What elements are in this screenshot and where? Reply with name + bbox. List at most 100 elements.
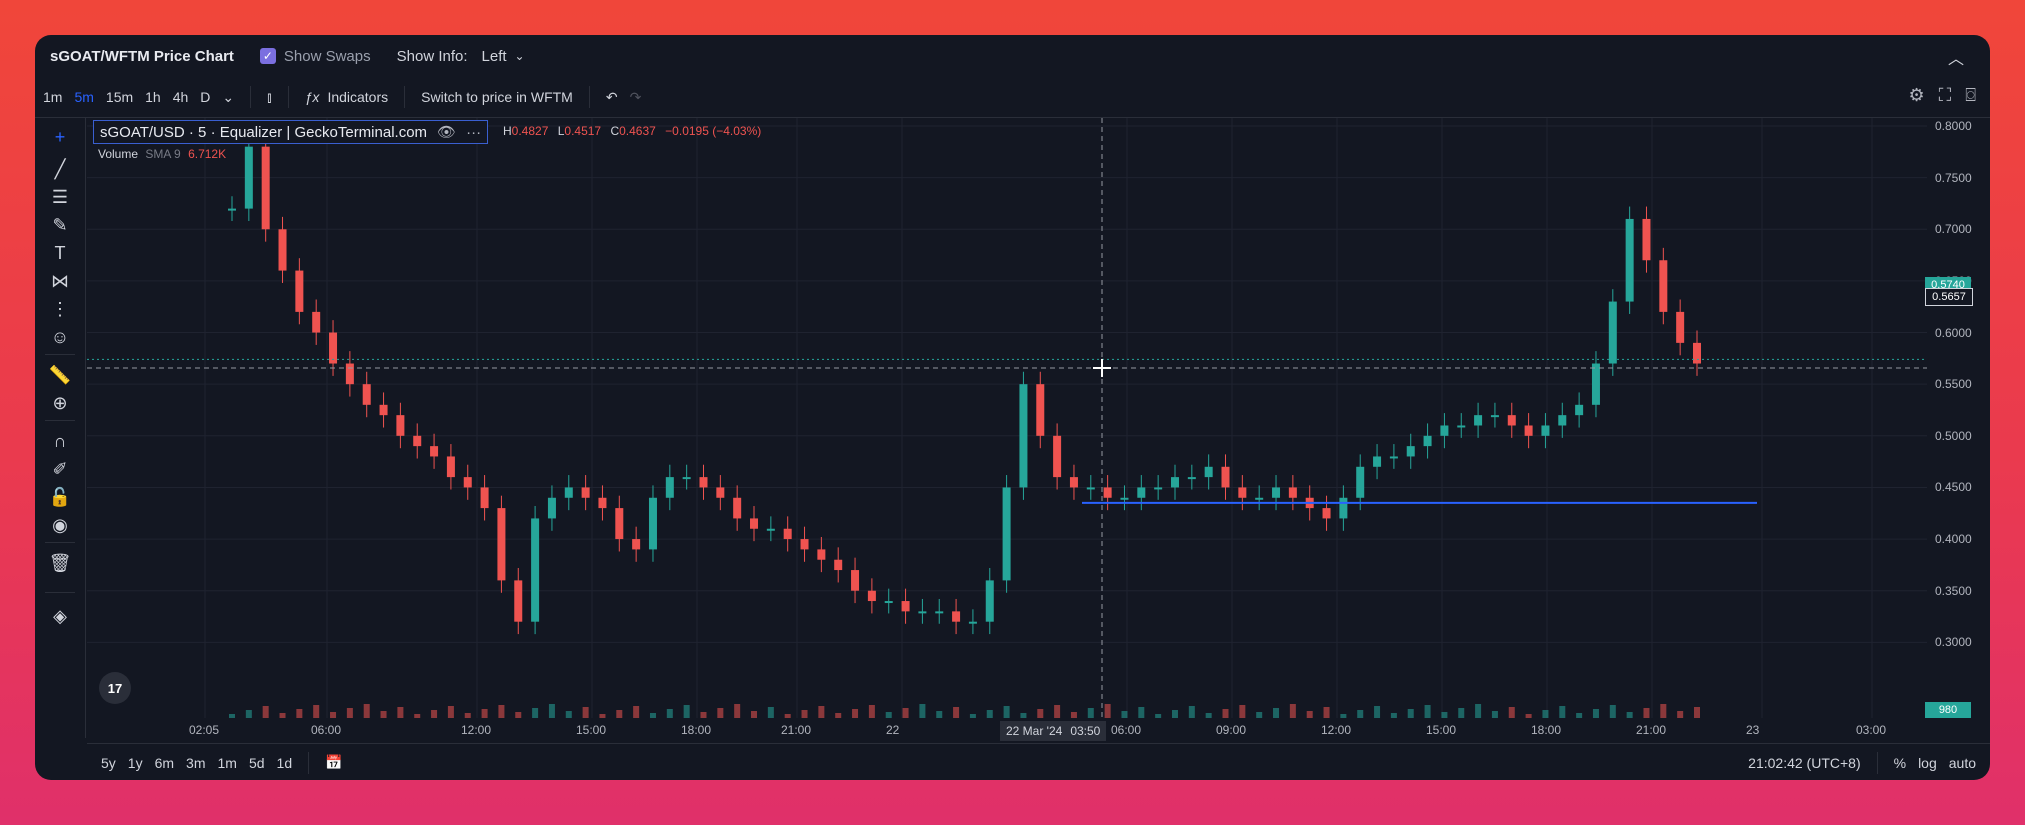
log-toggle[interactable]: log xyxy=(1918,755,1937,771)
candle-body xyxy=(1019,384,1028,488)
candle-body xyxy=(396,415,405,436)
candle-body xyxy=(1036,384,1045,436)
low-value: 0.4517 xyxy=(564,124,602,138)
volume-bar xyxy=(296,709,303,718)
timeframe-4h[interactable]: 4h xyxy=(173,89,189,105)
toolbar-right-group: ⚙ ⛶ ⌼ xyxy=(1908,85,1976,106)
price-tick: 0.6000 xyxy=(1935,325,1972,340)
range-3m[interactable]: 3m xyxy=(186,755,205,771)
forecast-icon[interactable]: ⋮ xyxy=(47,296,73,322)
candle-body xyxy=(1339,497,1348,519)
time-tick: 22 xyxy=(886,723,900,737)
candle-body xyxy=(1002,487,1011,581)
volume-bar xyxy=(1323,707,1330,718)
candle-body xyxy=(800,539,809,550)
time-tick: 18:00 xyxy=(681,723,712,737)
tradingview-logo[interactable]: 17 xyxy=(99,672,131,704)
range-1y[interactable]: 1y xyxy=(128,755,143,771)
volume-bar xyxy=(1273,708,1280,718)
divider xyxy=(404,86,406,108)
timeframe-15m[interactable]: 15m xyxy=(106,89,133,105)
range-5y[interactable]: 5y xyxy=(101,755,116,771)
volume-bar xyxy=(1037,709,1044,718)
volume-bar xyxy=(1171,710,1178,718)
range-1d[interactable]: 1d xyxy=(277,755,293,771)
fullscreen-icon[interactable]: ⛶ xyxy=(1939,85,1952,106)
lock-icon[interactable]: 🔓 xyxy=(47,484,73,510)
hide-drawings-icon[interactable]: ◉ xyxy=(47,512,73,538)
more-icon[interactable]: ··· xyxy=(466,124,481,141)
candle-body xyxy=(379,404,388,416)
volume-bar xyxy=(481,709,488,718)
volume-bar xyxy=(1508,707,1515,718)
volume-bar xyxy=(245,710,252,718)
brush-icon[interactable]: ✎ xyxy=(47,212,73,238)
sma-label: SMA 9 xyxy=(145,147,181,161)
undo-icon[interactable]: ↶ xyxy=(606,89,618,106)
redo-icon[interactable]: ↷ xyxy=(630,89,642,106)
volume-tag: 980 xyxy=(1925,702,1971,718)
show-info-select[interactable]: Show Info: Left ⌄ xyxy=(397,48,525,65)
volume-bar xyxy=(1357,710,1364,718)
time-tick: 06:00 xyxy=(1111,723,1142,737)
fib-retracement-icon[interactable]: ☰ xyxy=(47,184,73,210)
candle-body xyxy=(733,497,742,519)
price-chart[interactable] xyxy=(87,118,1927,718)
price-tick: 0.3000 xyxy=(1935,635,1972,650)
candle-body xyxy=(632,539,641,550)
candle-body xyxy=(1541,425,1550,436)
timeframe-d[interactable]: D xyxy=(200,89,210,105)
volume-bar xyxy=(1660,704,1667,718)
crosshair-icon[interactable]: + xyxy=(47,124,73,150)
range-1m[interactable]: 1m xyxy=(218,755,237,771)
stay-in-drawing-icon[interactable]: ✐ xyxy=(47,456,73,482)
candle-type-icon[interactable]: ⫾ xyxy=(267,89,271,106)
candle-body xyxy=(1120,497,1129,500)
timeframe-5m[interactable]: 5m xyxy=(74,89,93,105)
chart-toolbar: 1m 5m 15m 1h 4h D ⌄ ⫾ ƒx Indicators Swit… xyxy=(35,77,1990,118)
timeframe-1m[interactable]: 1m xyxy=(43,89,62,105)
price-axis[interactable]: 0.80000.75000.70000.65000.60000.55000.50… xyxy=(1927,118,1990,718)
magnet-icon[interactable]: ∩ xyxy=(47,428,73,454)
calendar-icon[interactable]: 📅 xyxy=(325,754,342,771)
range-6m[interactable]: 6m xyxy=(155,755,174,771)
checkbox-checked-icon[interactable]: ✓ xyxy=(259,48,276,64)
text-icon[interactable]: T xyxy=(47,240,73,266)
auto-toggle[interactable]: auto xyxy=(1949,755,1976,771)
close-label: C xyxy=(610,124,620,138)
emoji-icon[interactable]: ☺ xyxy=(47,324,73,350)
candle-body xyxy=(1659,260,1668,312)
ruler-icon[interactable]: 📏 xyxy=(47,362,73,388)
settings-gear-icon[interactable]: ⚙ xyxy=(1908,85,1924,106)
range-5d[interactable]: 5d xyxy=(249,755,265,771)
collapse-icon[interactable]: ︿ xyxy=(1948,45,1964,69)
volume-bar xyxy=(801,710,808,718)
volume-bar xyxy=(1121,711,1128,718)
zoom-in-icon[interactable]: ⊕ xyxy=(47,390,73,416)
volume-bar xyxy=(751,711,758,718)
timeframe-more-icon[interactable]: ⌄ xyxy=(222,89,234,106)
volume-bar xyxy=(666,709,673,718)
layers-icon[interactable]: ◈ xyxy=(47,603,73,629)
candle-body xyxy=(228,208,236,211)
clock[interactable]: 21:02:42 (UTC+8) xyxy=(1748,755,1860,771)
candle-body xyxy=(547,497,556,519)
volume-bar xyxy=(346,708,353,718)
candle-body xyxy=(1221,466,1230,488)
show-swaps-toggle[interactable]: ✓ Show Swaps xyxy=(259,48,371,65)
volume-bar xyxy=(902,708,909,718)
symbol-legend[interactable]: sGOAT/USD · 5 · Equalizer | GeckoTermina… xyxy=(93,120,489,144)
percent-toggle[interactable]: % xyxy=(1894,755,1906,771)
volume-bar xyxy=(818,706,825,718)
eye-icon[interactable]: 👁 xyxy=(437,123,456,141)
trash-icon[interactable]: 🗑 xyxy=(47,550,73,576)
camera-icon[interactable]: ⌼ xyxy=(1965,85,1976,106)
timeframe-1h[interactable]: 1h xyxy=(145,89,161,105)
trend-line-icon[interactable]: ╱ xyxy=(47,156,73,182)
switch-price-button[interactable]: Switch to price in WFTM xyxy=(421,89,573,105)
candle-body xyxy=(1272,487,1281,498)
indicators-button[interactable]: ƒx Indicators xyxy=(305,89,389,105)
pattern-icon[interactable]: ⋈ xyxy=(47,268,73,294)
crosshair-price-tag: 0.5657 xyxy=(1925,288,1973,306)
crosshair-time: 03:50 xyxy=(1070,724,1101,738)
